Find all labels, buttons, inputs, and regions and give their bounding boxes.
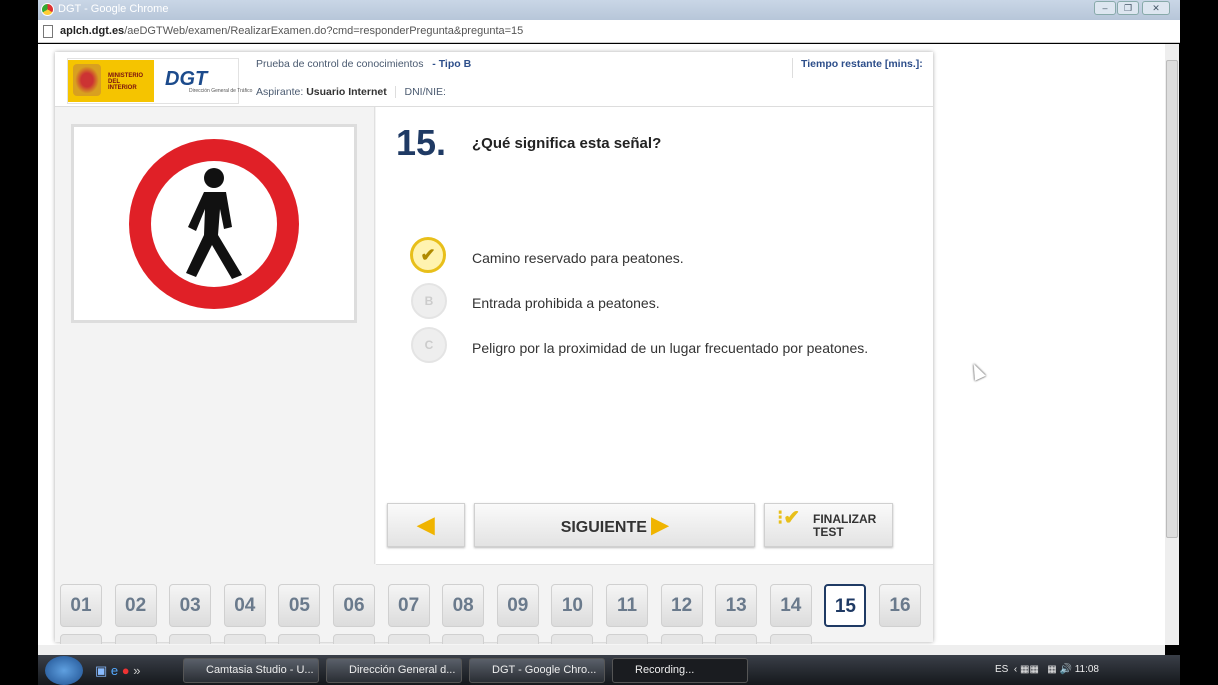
finish-label-2: TEST (813, 525, 844, 539)
question-16-button[interactable]: 16 (879, 584, 921, 627)
question-panel (376, 107, 933, 564)
horizontal-scrollbar[interactable] (38, 645, 1165, 655)
task-recording[interactable]: Recording... (612, 658, 748, 683)
option-c[interactable]: Peligro por la proximidad de un lugar fr… (472, 340, 868, 356)
url-path: /aeDGTWeb/examen/RealizarExamen.do?cmd=r… (124, 25, 524, 37)
arrow-left-icon: ◀ (417, 512, 435, 537)
question-button-row2[interactable] (769, 634, 812, 644)
question-button-row2[interactable] (60, 634, 102, 644)
option-b-button[interactable]: B (411, 283, 447, 319)
tipo-value: B (463, 58, 472, 70)
no-pedestrians-sign-icon (129, 139, 299, 309)
task-direccion[interactable]: Dirección General d... (326, 658, 462, 683)
question-11-button[interactable]: 11 (606, 584, 648, 627)
question-15-button[interactable]: 15 (824, 584, 867, 627)
question-number: 15. (396, 122, 447, 163)
question-08-button[interactable]: 08 (442, 584, 485, 627)
question-14-button[interactable]: 14 (769, 584, 812, 627)
system-tray: ES ‹ ▦▦ ▦ 🔊 11:08 (995, 664, 1099, 675)
timer-label: Tiempo restante [mins.]: (792, 58, 923, 78)
question-13-button[interactable]: 13 (715, 584, 758, 627)
dni-label: DNI/NIE: (395, 86, 446, 98)
test-name: Prueba de control de conocimientos (256, 58, 424, 70)
question-button-row2[interactable] (606, 634, 648, 644)
clock[interactable]: 11:08 (1075, 664, 1099, 675)
finish-label-1: FINALIZAR (813, 512, 877, 526)
minimize-button[interactable]: – (1094, 1, 1116, 15)
finish-test-button[interactable]: ⁝✔ FINALIZAR TEST (764, 503, 893, 547)
aspirante-name: Usuario Internet (306, 86, 387, 98)
dgt-subtitle: Dirección General de Tráfico (189, 88, 253, 94)
url-domain: aplch.dgt.es (60, 25, 125, 37)
close-button[interactable]: ✕ (1142, 1, 1170, 15)
next-label: SIGUIENTE (560, 519, 647, 536)
tipo-label: - Tipo (432, 58, 461, 70)
question-button-row2[interactable] (114, 634, 157, 644)
option-b[interactable]: Entrada prohibida a peatones. (472, 295, 660, 311)
question-10-button[interactable]: 10 (551, 584, 594, 627)
language[interactable]: ES (995, 664, 1008, 675)
question-button-row2[interactable] (551, 634, 594, 644)
next-button[interactable]: SIGUIENTE ▶ (474, 503, 755, 547)
question-04-button[interactable]: 04 (223, 584, 266, 627)
chrome-icon (41, 3, 54, 16)
window-title: DGT - Google Chrome (58, 3, 169, 15)
option-c-button[interactable]: C (411, 327, 447, 363)
question-05-button[interactable]: 05 (278, 584, 321, 627)
task-dgt-chrome[interactable]: DGT - Google Chro... (469, 658, 605, 683)
question-button-row2[interactable] (169, 634, 212, 644)
question-09-button[interactable]: 09 (496, 584, 539, 627)
quicklaunch-icons[interactable]: ▣ e ● » (95, 663, 140, 679)
start-button[interactable] (45, 656, 83, 685)
question-button-row2[interactable] (278, 634, 321, 644)
address-bar[interactable]: aplch.dgt.es/aeDGTWeb/examen/RealizarExa… (38, 20, 1180, 43)
question-07-button[interactable]: 07 (387, 584, 430, 627)
question-button-row2[interactable] (442, 634, 485, 644)
task-camtasia[interactable]: Camtasia Studio - U... (183, 658, 319, 683)
question-button-row2[interactable] (333, 634, 375, 644)
question-button-row2[interactable] (715, 634, 758, 644)
aspirante-info: Aspirante: Usuario Internet DNI/NIE: (256, 86, 446, 98)
checklist-icon: ⁝✔ (777, 507, 801, 529)
question-button-row2[interactable] (496, 634, 539, 644)
question-button-row2[interactable] (223, 634, 266, 644)
aspirante-label: Aspirante: (256, 86, 304, 98)
question-text: ¿Qué significa esta señal? (472, 135, 662, 152)
divider (376, 564, 933, 565)
arrow-right-icon: ▶ (651, 512, 669, 537)
question-03-button[interactable]: 03 (169, 584, 212, 627)
restore-button[interactable]: ❐ (1117, 1, 1139, 15)
question-button-row2[interactable] (660, 634, 703, 644)
page-icon (43, 25, 53, 38)
test-info: Prueba de control de conocimientos - Tip… (256, 58, 471, 70)
previous-button[interactable]: ◀ (387, 503, 465, 547)
question-12-button[interactable]: 12 (660, 584, 703, 627)
question-button-row2[interactable] (387, 634, 430, 644)
question-01-button[interactable]: 01 (60, 584, 102, 627)
option-a-check-icon[interactable]: ✔ (410, 237, 446, 273)
scrollbar-thumb[interactable] (1166, 60, 1178, 538)
window-title-bar: DGT - Google Chrome (38, 0, 1180, 20)
coat-of-arms-icon (73, 64, 101, 96)
ministerio-text: MINISTERIO DEL INTERIOR (108, 73, 144, 91)
traffic-sign-image (71, 124, 357, 323)
option-a[interactable]: Camino reservado para peatones. (472, 250, 684, 266)
question-02-button[interactable]: 02 (114, 584, 157, 627)
question-06-button[interactable]: 06 (333, 584, 375, 627)
